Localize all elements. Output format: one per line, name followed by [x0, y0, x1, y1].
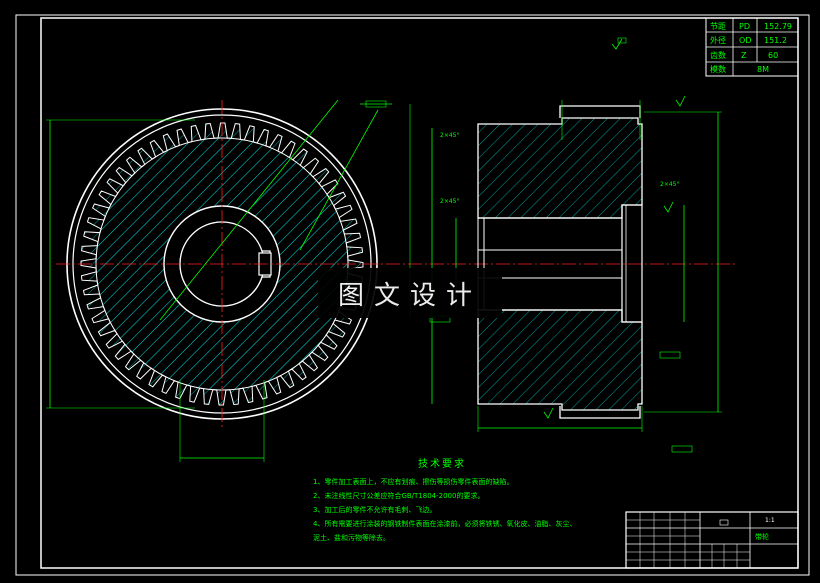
chamfer-label-1: 2×45°	[440, 132, 459, 139]
side-view-section: 2×45° 2×45° 2×45°	[431, 100, 722, 432]
tech-item-3: 3、加工后的零件不允许有毛刺、飞边。	[313, 505, 436, 514]
table-value-teeth: 60	[768, 51, 778, 60]
table-symbol-teeth: Z	[741, 51, 747, 60]
section-lower	[477, 309, 643, 411]
parameter-table: 节距 PD 152.79 外径 OD 151.2 齿数 Z 60 模数 8M	[705, 17, 799, 77]
chamfer-label-3: 2×45°	[660, 181, 679, 188]
title-block-part-name: 带轮	[755, 532, 769, 541]
technical-requirements: 技术要求 1、零件加工表面上，不应有划痕、擦伤等损伤零件表面的缺陷。 2、未注线…	[313, 457, 576, 542]
title-block: 1:1 带轮	[625, 511, 799, 569]
tech-item-2: 2、未注线性尺寸公差应符合GB/T1804-2000的要求。	[313, 491, 484, 500]
table-symbol-pitch: PD	[739, 22, 750, 31]
table-value-module: 8M	[757, 65, 769, 74]
table-value-pitch: 152.79	[764, 22, 792, 31]
table-label-module: 模数	[710, 64, 726, 74]
table-symbol-od: OD	[739, 36, 751, 45]
tech-item-5: 泥土、盐和污物等除去。	[313, 533, 390, 542]
tech-title: 技术要求	[418, 457, 466, 470]
title-block-scale: 1:1	[765, 517, 775, 524]
chamfer-label-2: 2×45°	[440, 198, 459, 205]
counterbore	[621, 204, 643, 323]
watermark-banner: 图文设计	[318, 268, 502, 318]
table-label-od: 外径	[710, 35, 726, 45]
table-label-teeth: 齿数	[710, 50, 726, 60]
tech-item-4: 4、所有需要进行涂装的钢铁制件表面在涂漆前，必须将铁锈、氧化皮、油脂、灰尘、	[313, 519, 576, 528]
table-value-od: 151.2	[764, 36, 787, 45]
tech-item-1: 1、零件加工表面上，不应有划痕、擦伤等损伤零件表面的缺陷。	[313, 477, 513, 486]
table-label-pitch: 节距	[710, 22, 726, 31]
section-upper	[477, 117, 643, 219]
